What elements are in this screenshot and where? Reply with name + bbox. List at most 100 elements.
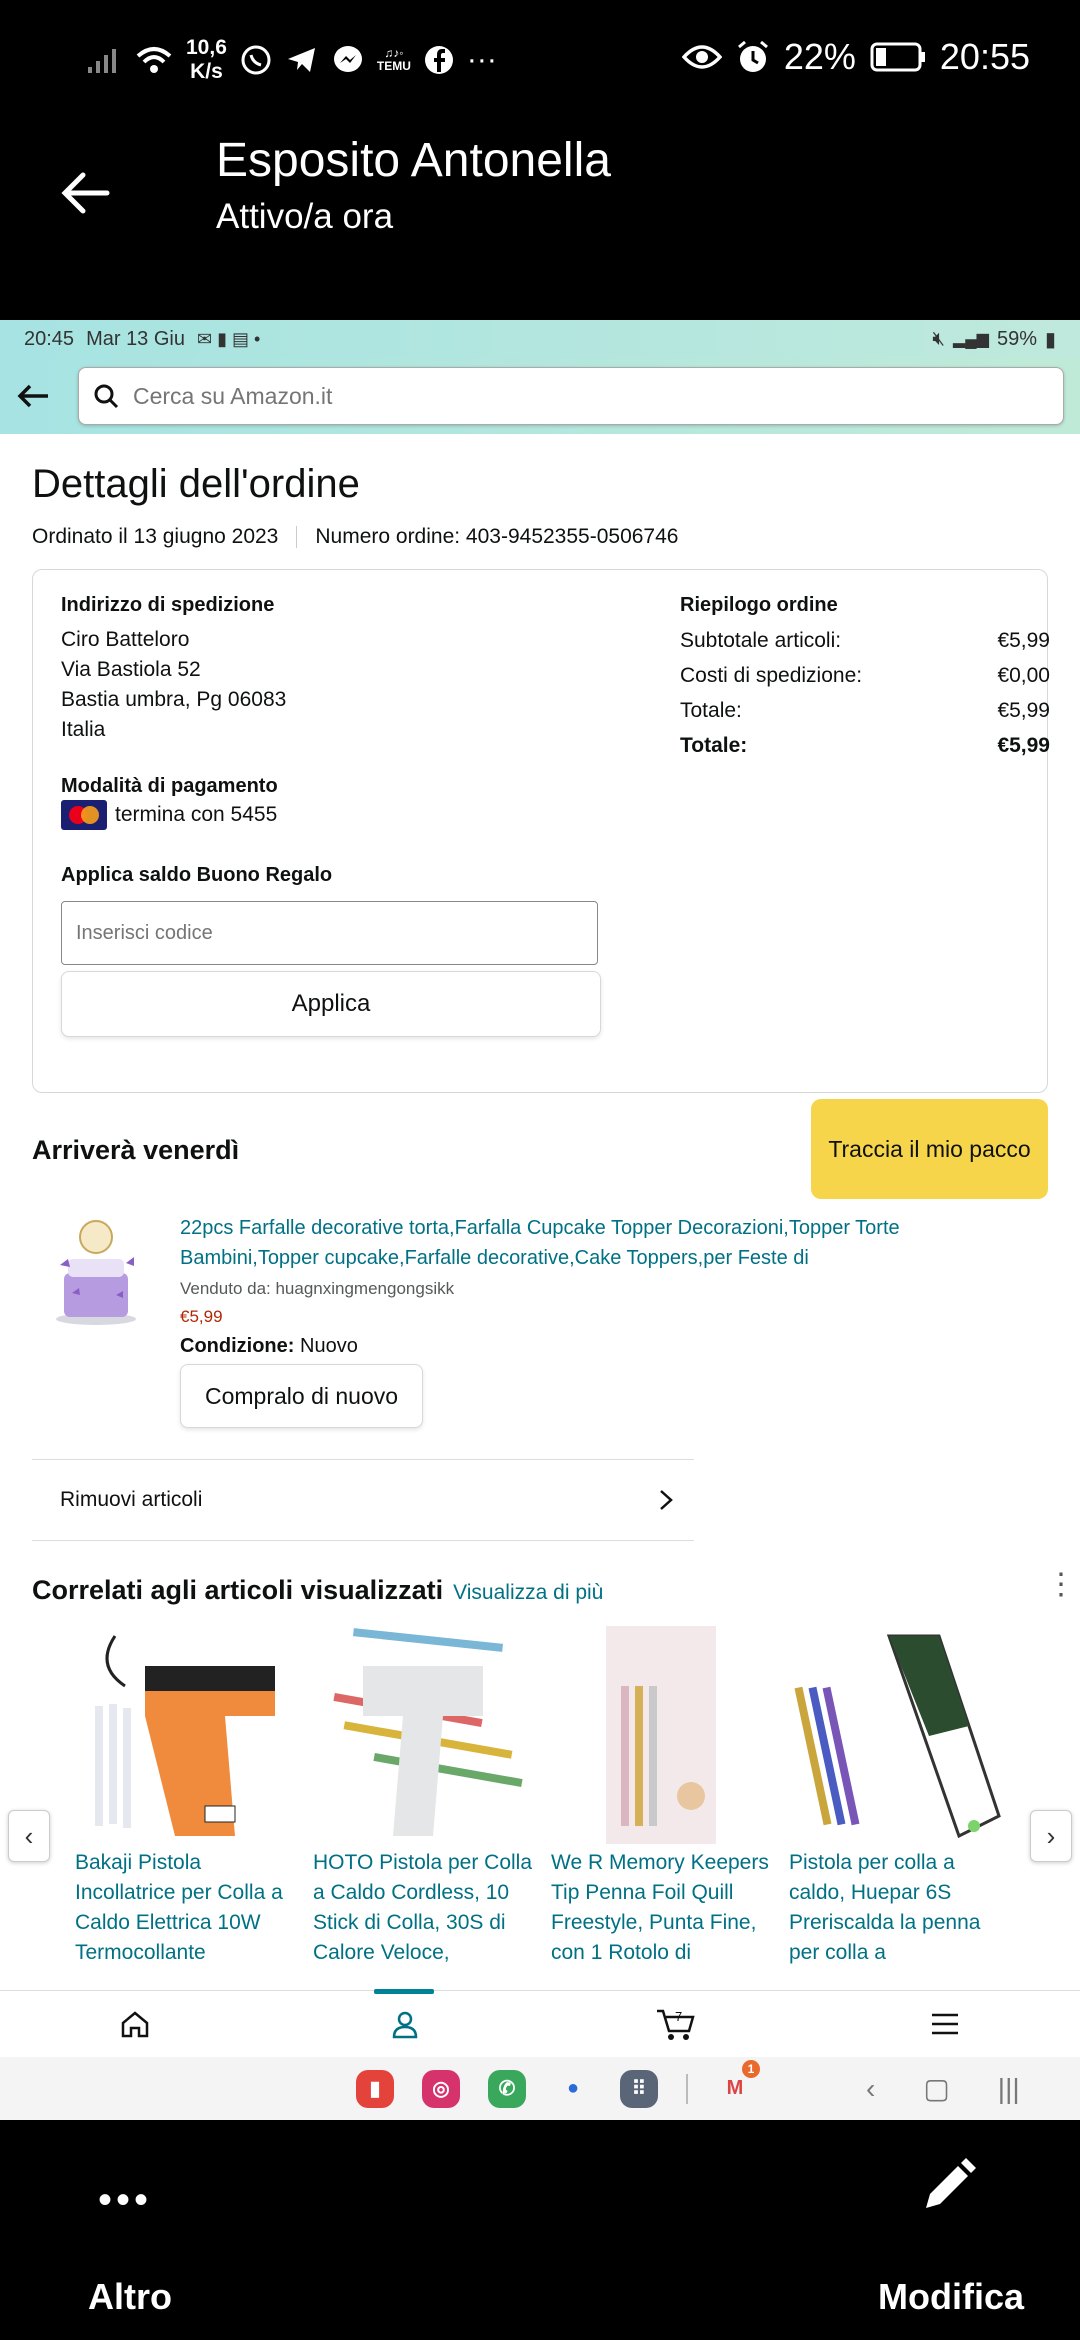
shared-screenshot[interactable]: 20:45 Mar 13 Giu ✉ ▮ ▤ • 🔇︎ ▂▄▆ 59% ▮ De… <box>0 320 1080 2120</box>
nav-cart[interactable]: 7 <box>540 1991 810 2056</box>
contact-status: Attivo/a ora <box>216 197 394 236</box>
meta-divider <box>296 526 298 548</box>
card-ending: termina con 5455 <box>115 803 278 826</box>
wifi-icon <box>136 47 172 73</box>
inner-battery-percent: 59% <box>996 327 1037 350</box>
order-number: Numero ordine: 403-9452355-0506746 <box>315 525 679 548</box>
outer-bottom-bar: ••• Altro Modifica <box>0 2120 1080 2340</box>
related-item[interactable]: Bakaji Pistola Incollatrice per Colla a … <box>75 1626 295 1968</box>
eye-icon <box>681 45 722 69</box>
temu-label: TEMU <box>376 59 411 73</box>
summary-row-label: Costi di spedizione: <box>680 664 863 687</box>
related-item-title: We R Memory Keepers Tip Penna Foil Quill… <box>551 1851 769 1964</box>
cart-icon: 7 <box>657 2009 695 2040</box>
apply-button[interactable]: Applica <box>61 971 601 1038</box>
carousel-next-button[interactable]: › <box>1030 1810 1072 1862</box>
network-speed-unit: K/s <box>190 60 223 83</box>
inner-status-bar: 20:45 Mar 13 Giu ✉ ▮ ▤ • 🔇︎ ▂▄▆ 59% ▮ <box>0 320 1080 358</box>
gmail-icon[interactable]: M1 <box>716 2059 760 2108</box>
pencil-icon[interactable] <box>918 2156 978 2216</box>
order-meta: Ordinato il 13 giugno 2023 Numero ordine… <box>32 525 1048 549</box>
instagram-icon[interactable]: ◎ <box>422 2069 460 2108</box>
battery-percent: 22% <box>783 36 856 77</box>
summary-row-value: €0,00 <box>997 664 1050 687</box>
related-carousel: ‹ Bakaji Pistola Incollatrice per Colla … <box>8 1626 1072 1986</box>
nav-account[interactable] <box>270 1989 540 2056</box>
more-dots-icon[interactable]: ••• <box>98 2178 152 2223</box>
svg-text:7: 7 <box>675 2009 682 2024</box>
phone-app-icon[interactable]: ✆ <box>488 2069 526 2108</box>
product-title[interactable]: 22pcs Farfalle decorative torta,Farfalla… <box>180 1213 960 1273</box>
related-item-title: Pistola per colla a caldo, Huepar 6S Pre… <box>789 1851 981 1964</box>
condition-value: Nuovo <box>300 1335 358 1357</box>
taskbar-divider <box>686 2073 688 2104</box>
product-info: 22pcs Farfalle decorative torta,Farfalla… <box>180 1213 960 1428</box>
summary-row-value: €5,99 <box>997 734 1050 757</box>
hamburger-icon <box>932 2013 958 2034</box>
search-input[interactable] <box>133 382 733 410</box>
address-line: Italia <box>61 718 106 741</box>
product-image[interactable] <box>46 1215 146 1327</box>
nav-home[interactable] <box>0 1991 270 2056</box>
taskbar-apps: ▮ ◎ ✆ ● ⠿ M1 <box>356 2059 782 2108</box>
search-icon <box>94 384 119 409</box>
summary-row-value: €5,99 <box>997 699 1050 722</box>
inner-status-left: 20:45 Mar 13 Giu ✉ ▮ ▤ • <box>24 328 260 351</box>
apps-grid-icon[interactable]: ⠿ <box>620 2069 658 2108</box>
order-date: Ordinato il 13 giugno 2023 <box>32 525 279 548</box>
network-speed: 10,6 K/s <box>186 36 227 84</box>
carousel-prev-button[interactable]: ‹ <box>8 1810 50 1862</box>
temu-icon: ♫♪◦ TEMU <box>376 46 411 73</box>
chevron-right-icon <box>660 1490 673 1510</box>
edit-label[interactable]: Modifica <box>878 2276 1024 2318</box>
remove-items-row[interactable]: Rimuovi articoli <box>32 1459 694 1541</box>
system-home-icon[interactable]: ▢ <box>923 2072 949 2105</box>
amazon-bottom-nav: 7 <box>0 1989 1080 2056</box>
app-shortcut-icon[interactable]: ▮ <box>356 2069 394 2108</box>
related-item[interactable]: HOTO Pistola per Colla a Caldo Cordless,… <box>313 1626 533 1968</box>
related-item[interactable]: We R Memory Keepers Tip Penna Foil Quill… <box>551 1626 771 1968</box>
gmail-badge: 1 <box>742 2059 760 2078</box>
amazon-back-icon[interactable] <box>14 376 54 416</box>
related-item-title: Bakaji Pistola Incollatrice per Colla a … <box>75 1851 283 1964</box>
gift-label: Applica saldo Buono Regalo <box>61 864 333 887</box>
related-item-title: HOTO Pistola per Colla a Caldo Cordless,… <box>313 1851 533 1964</box>
product-price: €5,99 <box>180 1307 223 1326</box>
shipping-label: Indirizzo di spedizione <box>61 594 275 616</box>
home-icon <box>121 2010 149 2037</box>
chevron-left-icon: ‹ <box>24 1820 34 1851</box>
inner-clock: 20:45 <box>24 327 75 350</box>
system-recents-icon[interactable]: ||| <box>998 2073 1020 2105</box>
system-back-icon[interactable]: ‹ <box>866 2073 875 2105</box>
search-box[interactable] <box>78 367 1064 425</box>
more-label[interactable]: Altro <box>88 2276 172 2318</box>
chat-header: Esposito Antonella Attivo/a ora <box>0 125 1080 320</box>
order-product: 22pcs Farfalle decorative torta,Farfalla… <box>32 1199 1048 1459</box>
address-line: Ciro Batteloro <box>61 628 190 651</box>
inner-battery-icon: ▮ <box>1044 328 1056 351</box>
product-image <box>333 1628 523 1836</box>
related-item[interactable]: Pistola per colla a caldo, Huepar 6S Pre… <box>789 1626 1009 1968</box>
whatsapp-icon <box>241 45 271 75</box>
summary-label: Riepilogo ordine <box>680 594 838 616</box>
summary-row: Costi di spedizione: €0,00 <box>680 658 1050 693</box>
back-arrow-icon[interactable] <box>55 163 115 223</box>
outer-status-bar: 10,6 K/s ♫♪◦ TEMU ··· 22% 20:55 <box>0 0 1080 125</box>
related-see-more-link[interactable]: Visualizza di più <box>453 1581 603 1605</box>
track-package-button[interactable]: Traccia il mio pacco <box>811 1099 1048 1199</box>
related-title: Correlati agli articoli visualizzati <box>32 1575 444 1605</box>
gift-code-input[interactable] <box>61 901 598 966</box>
messages-icon[interactable]: ● <box>554 2070 592 2108</box>
nav-menu[interactable] <box>810 1991 1080 2056</box>
chevron-right-icon: › <box>1046 1820 1056 1851</box>
kebab-menu-icon[interactable]: ⋮ <box>1046 1570 1076 1600</box>
outer-status-right: 22% 20:55 <box>681 36 1030 78</box>
summary-row-label: Totale: <box>680 699 742 722</box>
order-page: Dettagli dell'ordine Ordinato il 13 giug… <box>0 462 1080 1986</box>
buy-again-button[interactable]: Compralo di nuovo <box>180 1364 424 1428</box>
signal-icon <box>88 49 116 73</box>
inner-notification-icons: ✉ ▮ ▤ • <box>197 328 261 349</box>
product-image <box>95 1635 275 1836</box>
samsung-taskbar: ▮ ◎ ✆ ● ⠿ M1 ‹ ▢ ||| <box>0 2057 1080 2120</box>
product-seller: Venduto da: huagnxingmengongsikk <box>180 1279 455 1298</box>
